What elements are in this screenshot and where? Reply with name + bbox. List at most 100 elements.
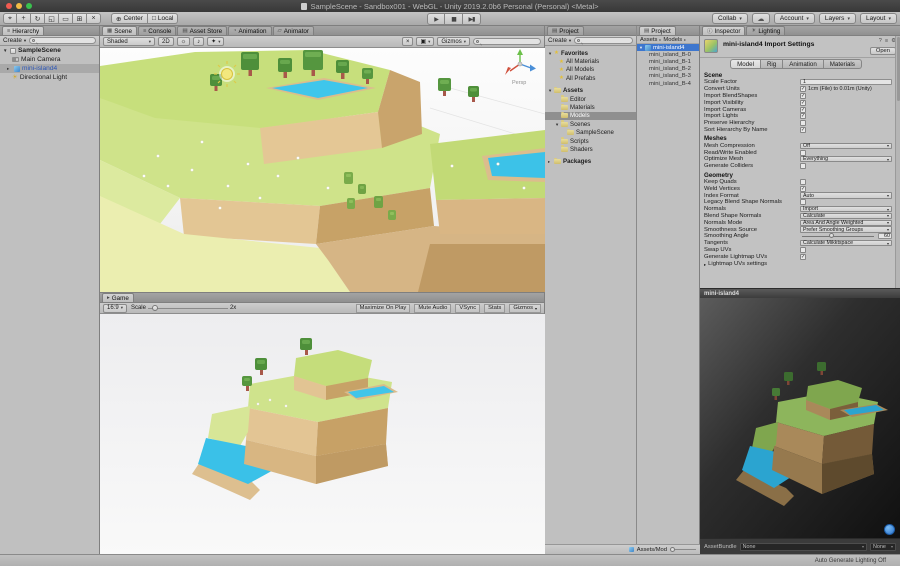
file-item-sub[interactable]: mini_island_B-0 — [637, 51, 699, 58]
pivot-local-button[interactable]: □ Local — [147, 13, 179, 24]
model-preview[interactable] — [700, 298, 900, 538]
normals-dropdown[interactable]: Import ▾ — [800, 206, 892, 213]
tab-hierarchy[interactable]: ≡ Hierarchy — [2, 26, 45, 35]
swap-uvs-checkbox[interactable] — [800, 246, 806, 253]
project-tree-all-materials[interactable]: ★ All Materials — [545, 57, 636, 65]
scene-viewport[interactable]: Persp — [100, 48, 545, 292]
foldout-open-icon[interactable]: ▼ — [548, 51, 552, 56]
generate-colliders-checkbox[interactable] — [800, 163, 806, 170]
hierarchy-item-scene-root[interactable]: ▼ SampleScene — [0, 46, 99, 55]
smoothing-angle-knob[interactable] — [829, 233, 835, 239]
scene-gizmos-dropdown[interactable]: Gizmos ▾ — [437, 37, 470, 46]
project-tree-editor[interactable]: Editor — [545, 95, 636, 103]
project-tree-scenes[interactable]: ▼ Scenes — [545, 120, 636, 128]
project-tree-favorites[interactable]: ▼ ★ Favorites — [545, 49, 636, 57]
optimize-mesh-dropdown[interactable]: Everything ▾ — [800, 156, 892, 163]
import-lights-checkbox[interactable]: ✓ — [800, 113, 806, 120]
project-tree-shaders[interactable]: Shaders — [545, 145, 636, 153]
foldout-open-icon[interactable]: ▼ — [639, 45, 643, 50]
convert-units-checkbox[interactable]: ✓ — [800, 86, 806, 93]
tab-scene[interactable]: ▦ Scene — [102, 26, 138, 35]
project-tree-scripts[interactable]: Scripts — [545, 137, 636, 145]
scene-search-input[interactable] — [473, 38, 541, 45]
component-tools-button[interactable]: × — [401, 37, 414, 46]
move-tool-button[interactable]: + — [17, 13, 31, 24]
import-visibility-checkbox[interactable]: ✓ — [800, 99, 806, 106]
layout-dropdown[interactable]: Layout ▾ — [859, 13, 897, 24]
tab-animation[interactable]: ◔ Animation — [228, 26, 272, 35]
custom-tool-button[interactable]: × — [87, 13, 101, 24]
step-button[interactable]: ▶▮ — [463, 13, 481, 25]
file-item-sub[interactable]: mini_island_B-4 — [637, 80, 699, 87]
tab-project-right[interactable]: ▤ Project — [639, 26, 676, 35]
maximize-on-play-toggle[interactable]: Maximize On Play — [355, 303, 411, 313]
open-button[interactable]: Open — [869, 47, 896, 55]
read-write-checkbox[interactable] — [800, 149, 806, 156]
tangents-dropdown[interactable]: Calculate Mikktspace ▾ — [800, 240, 892, 247]
foldout-open-icon[interactable]: ▼ — [555, 122, 559, 127]
mute-audio-toggle[interactable]: Mute Audio — [414, 303, 452, 313]
legacy-blendshape-normals-checkbox[interactable] — [800, 199, 806, 206]
account-dropdown[interactable]: Account ▾ — [773, 13, 815, 24]
preview-header[interactable]: mini-island4 — [700, 288, 900, 298]
pause-button[interactable]: ▮▮ — [445, 13, 463, 25]
scale-knob[interactable] — [151, 305, 158, 311]
rect-tool-button[interactable]: ▭ — [59, 13, 73, 24]
scene-lighting-toggle[interactable]: ☼ — [176, 37, 191, 46]
pivot-center-button[interactable]: ⊕ Center — [111, 13, 148, 24]
minimize-window-button[interactable] — [16, 3, 22, 9]
file-item-sub[interactable]: mini_island_B-1 — [637, 58, 699, 65]
tab-model[interactable]: Model — [730, 59, 761, 69]
lighting-status[interactable]: Auto Generate Lighting Off — [815, 558, 886, 564]
scale-factor-field[interactable]: 1 — [800, 79, 892, 86]
zoom-window-button[interactable] — [26, 3, 32, 9]
breadcrumb-current[interactable]: Models — [663, 37, 682, 43]
tab-materials[interactable]: Materials — [823, 59, 862, 69]
collab-dropdown[interactable]: Collab ▾ — [711, 13, 748, 24]
lightmap-uvs-foldout[interactable]: ▸ Lightmap UVs settings — [700, 260, 894, 268]
2d-toggle-button[interactable]: 2D — [158, 37, 174, 46]
thumbnail-size-knob[interactable] — [670, 547, 675, 552]
game-gizmos-dropdown[interactable]: Gizmos ▾ — [509, 303, 541, 313]
assetbundle-variant-dropdown[interactable]: None ▾ — [870, 542, 896, 551]
thumbnail-size-slider[interactable] — [670, 547, 696, 552]
foldout-closed-icon[interactable]: ▸ — [7, 66, 12, 72]
weld-vertices-checkbox[interactable]: ✓ — [800, 185, 806, 192]
tab-animator[interactable]: ▱ Animator — [272, 26, 314, 35]
normals-mode-dropdown[interactable]: Area And Angle Weighted ▾ — [800, 219, 892, 226]
foldout-open-icon[interactable]: ▼ — [548, 88, 552, 93]
hierarchy-item-mini-island4[interactable]: ▸ mini-island4 — [0, 64, 99, 73]
smoothing-angle-slider[interactable] — [802, 233, 874, 239]
cloud-button[interactable]: ☁ — [751, 13, 770, 24]
scale-track[interactable] — [147, 305, 228, 311]
tab-game[interactable]: ▸ Game — [102, 293, 134, 302]
tab-inspector[interactable]: ⓘ Inspector — [702, 26, 746, 35]
presets-icon[interactable]: ≡ — [885, 38, 888, 44]
scrollbar-thumb[interactable] — [896, 37, 900, 101]
keep-quads-checkbox[interactable] — [800, 178, 806, 185]
scene-audio-toggle[interactable]: ♪ — [193, 37, 205, 46]
tab-rig[interactable]: Rig — [760, 59, 784, 69]
transform-tool-button[interactable]: ⊞ — [73, 13, 87, 24]
project-tree-packages[interactable]: ▸ Packages — [545, 157, 636, 166]
tab-console[interactable]: ≡ Console — [138, 26, 177, 35]
preview-badge-icon[interactable] — [884, 524, 895, 535]
tab-lighting[interactable]: ☀ Lighting — [746, 26, 786, 35]
foldout-closed-icon[interactable]: ▸ — [548, 159, 552, 164]
hierarchy-create-button[interactable]: Create ▾ — [3, 37, 26, 44]
breadcrumb-root[interactable]: Assets — [640, 37, 657, 43]
layers-dropdown[interactable]: Layers ▾ — [818, 13, 856, 24]
assetbundle-dropdown[interactable]: None ▾ — [739, 542, 867, 551]
scene-camera-dropdown[interactable]: ▣ ▾ — [416, 37, 435, 46]
file-item-mini-island4[interactable]: ▼ mini-island4 — [637, 44, 699, 52]
file-item-sub[interactable]: mini_island_B-3 — [637, 73, 699, 80]
scene-effects-dropdown[interactable]: ✦ ▾ — [207, 37, 225, 46]
sort-hierarchy-checkbox[interactable]: ✓ — [800, 126, 806, 133]
hierarchy-item-directional-light[interactable]: ☀ Directional Light — [0, 73, 99, 82]
hierarchy-search-input[interactable] — [29, 37, 96, 44]
index-format-dropdown[interactable]: Auto ▾ — [800, 192, 892, 199]
hierarchy-item-main-camera[interactable]: Main Camera — [0, 55, 99, 64]
file-item-sub[interactable]: mini_island_B-2 — [637, 66, 699, 73]
import-cameras-checkbox[interactable]: ✓ — [800, 106, 806, 113]
project-search-input[interactable] — [574, 37, 633, 44]
